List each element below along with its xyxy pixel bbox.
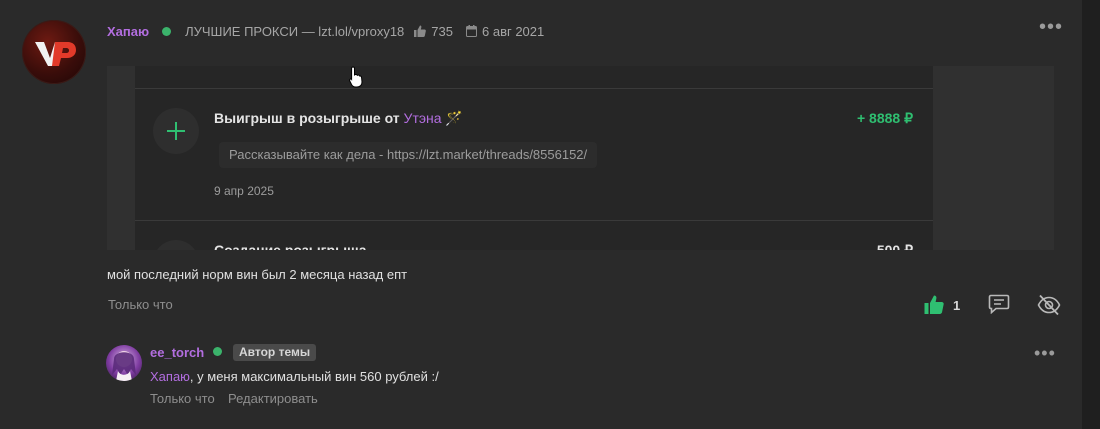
transaction-amount: 500 ₽ <box>876 242 913 250</box>
comment-author-avatar[interactable] <box>106 345 142 381</box>
comment-time[interactable]: Только что <box>150 391 215 406</box>
like-icon[interactable] <box>924 295 944 314</box>
transaction-comment: Рассказывайте как дела - https://lzt.mar… <box>219 142 598 168</box>
likes-total: 735 <box>431 23 453 39</box>
author-badge: Автор темы <box>233 344 317 361</box>
post-time[interactable]: Только что <box>108 297 173 312</box>
right-scroll-edge <box>1082 0 1100 429</box>
user-status: ЛУЧШИЕ ПРОКСИ — lzt.lol/vproxy18 <box>185 23 405 39</box>
plus-icon <box>153 108 199 154</box>
embedded-image: Выигрыш в розыгрыше от Утэна 🪄 + 8888 ₽ … <box>107 66 1054 250</box>
transaction-icon <box>153 240 199 250</box>
cursor-icon <box>349 66 363 88</box>
post-header: Хапаю ЛУЧШИЕ ПРОКСИ — lzt.lol/vproxy18 7… <box>107 22 544 40</box>
divider <box>135 88 933 89</box>
anime-avatar-icon <box>112 351 136 381</box>
transaction-title-prefix: Выигрыш в розыгрыше от <box>214 110 404 126</box>
vp-logo-icon <box>35 42 76 66</box>
like-count: 1 <box>953 298 961 313</box>
online-indicator <box>162 26 172 36</box>
transaction-amount: + 8888 ₽ <box>856 110 913 126</box>
transaction-date: 9 апр 2025 <box>214 184 274 198</box>
reply-icon[interactable] <box>988 294 1010 314</box>
registration-date: 6 авг 2021 <box>482 23 545 39</box>
edit-link[interactable]: Редактировать <box>228 391 318 406</box>
transaction-user-link: Утэна <box>403 110 442 126</box>
comment-mention[interactable]: Хапаю <box>150 369 190 384</box>
wand-emoji: 🪄 <box>445 110 463 126</box>
comment-more-icon[interactable]: ••• <box>1034 344 1056 362</box>
comment-body: , у меня максимальный вин 560 рублей :/ <box>189 369 439 384</box>
post-author-avatar[interactable]: VP <box>22 20 86 84</box>
post-message: мой последний норм вин был 2 месяца наза… <box>107 267 408 282</box>
post-username[interactable]: Хапаю <box>107 24 149 39</box>
like-icon <box>413 25 427 37</box>
transaction-title: Выигрыш в розыгрыше от Утэна 🪄 <box>214 110 463 127</box>
transaction-list: Выигрыш в розыгрыше от Утэна 🪄 + 8888 ₽ … <box>135 66 933 250</box>
divider <box>135 220 933 221</box>
more-icon[interactable]: ••• <box>1039 17 1063 37</box>
comment-text: Хапаю, у меня максимальный вин 560 рубле… <box>150 369 439 384</box>
comment-username[interactable]: ee_torch <box>150 345 204 360</box>
transaction-title: Создание розыгрыша <box>214 242 367 250</box>
calendar-icon <box>466 25 477 37</box>
hide-icon[interactable] <box>1037 294 1061 316</box>
online-indicator <box>213 347 222 356</box>
